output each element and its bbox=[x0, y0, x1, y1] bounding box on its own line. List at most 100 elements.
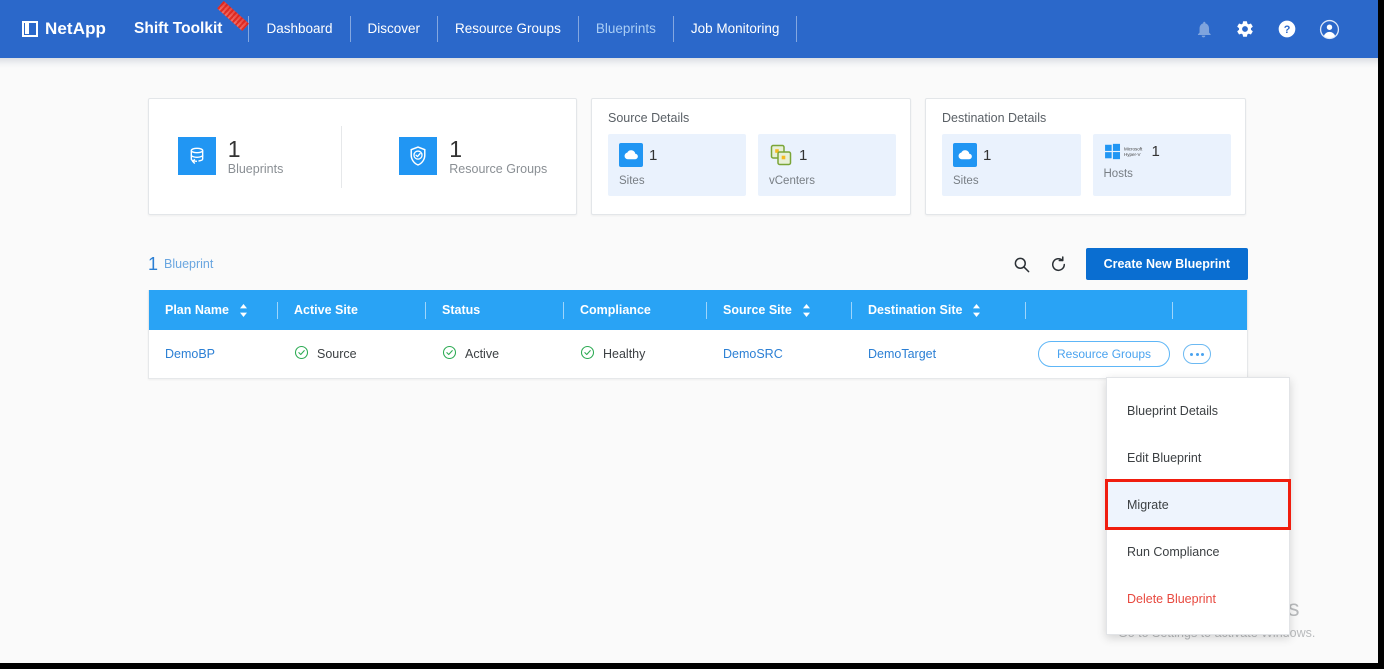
svg-text:Microsoft: Microsoft bbox=[1124, 146, 1143, 151]
source-sites-tile[interactable]: 1 Sites bbox=[608, 134, 746, 196]
resource-groups-button[interactable]: Resource Groups bbox=[1038, 341, 1170, 367]
table-header-row: Plan Name Active Site Status Compliance bbox=[149, 290, 1247, 330]
cell-plan-name[interactable]: DemoBP bbox=[149, 330, 278, 378]
ellipsis-dot bbox=[1196, 353, 1199, 356]
account-icon[interactable] bbox=[1319, 19, 1340, 40]
blueprints-summary[interactable]: 1 Blueprints bbox=[178, 137, 284, 176]
column-destination-site-label: Destination Site bbox=[868, 303, 962, 317]
column-status[interactable]: Status bbox=[426, 290, 563, 330]
ellipsis-icon[interactable] bbox=[1183, 344, 1211, 364]
cell-status: Active bbox=[426, 330, 564, 378]
destination-hosts-tile[interactable]: Microsoft Hyper-V 1 Hosts bbox=[1093, 134, 1232, 196]
sort-icon[interactable] bbox=[972, 304, 981, 317]
nav-item-discover[interactable]: Discover bbox=[351, 0, 438, 58]
resource-groups-count: 1 bbox=[449, 137, 547, 161]
menu-item-delete-blueprint[interactable]: Delete Blueprint bbox=[1107, 575, 1289, 622]
cell-compliance-label: Healthy bbox=[603, 347, 645, 361]
top-navbar: NetApp Shift Toolkit Dashboard Discover … bbox=[0, 0, 1378, 58]
nav-item-job-monitoring[interactable]: Job Monitoring bbox=[674, 0, 797, 58]
menu-item-migrate[interactable]: Migrate bbox=[1107, 481, 1289, 528]
card-divider bbox=[341, 126, 342, 188]
column-actions-2 bbox=[1173, 290, 1233, 330]
resource-groups-label: Resource Groups bbox=[449, 163, 547, 176]
blueprints-label: Blueprints bbox=[228, 163, 284, 176]
svg-text:Hyper-V: Hyper-V bbox=[1124, 152, 1141, 157]
nav-item-resource-groups[interactable]: Resource Groups bbox=[438, 0, 578, 58]
destination-sites-tile[interactable]: 1 Sites bbox=[942, 134, 1081, 196]
hyperv-icon: Microsoft Hyper-V bbox=[1104, 143, 1146, 160]
destination-tiles: 1 Sites bbox=[942, 134, 1231, 196]
source-tiles: 1 Sites 1 bbox=[608, 134, 896, 196]
help-icon[interactable]: ? bbox=[1277, 19, 1297, 39]
blueprints-table: Plan Name Active Site Status Compliance bbox=[148, 290, 1248, 379]
column-destination-site[interactable]: Destination Site bbox=[852, 290, 1025, 330]
source-sites-label: Sites bbox=[619, 175, 746, 187]
column-status-label: Status bbox=[442, 303, 480, 317]
status-ok-icon bbox=[580, 345, 595, 363]
blueprint-count: 1 bbox=[148, 254, 158, 275]
column-active-site[interactable]: Active Site bbox=[278, 290, 425, 330]
sort-icon[interactable] bbox=[802, 304, 811, 317]
blueprints-summary-texts: 1 Blueprints bbox=[228, 137, 284, 176]
resource-groups-summary-texts: 1 Resource Groups bbox=[449, 137, 547, 176]
database-restore-icon bbox=[178, 137, 216, 175]
gear-icon[interactable] bbox=[1235, 19, 1255, 39]
cell-source-site[interactable]: DemoSRC bbox=[707, 330, 852, 378]
product-title: Shift Toolkit bbox=[134, 20, 246, 38]
svg-text:?: ? bbox=[1284, 24, 1291, 36]
cell-destination-site[interactable]: DemoTarget bbox=[852, 330, 1026, 378]
column-active-site-label: Active Site bbox=[294, 303, 358, 317]
search-icon[interactable] bbox=[1012, 255, 1031, 274]
destination-hosts-top: Microsoft Hyper-V 1 bbox=[1104, 143, 1232, 160]
table-row: DemoBP Source Active bbox=[149, 330, 1247, 378]
bell-icon[interactable] bbox=[1194, 20, 1213, 39]
resource-groups-summary[interactable]: 1 Resource Groups bbox=[399, 137, 547, 176]
product-label: Shift Toolkit bbox=[134, 20, 222, 37]
menu-item-edit-blueprint[interactable]: Edit Blueprint bbox=[1107, 434, 1289, 481]
cell-status-label: Active bbox=[465, 347, 499, 361]
row-context-menu: Blueprint Details Edit Blueprint Migrate… bbox=[1106, 377, 1290, 635]
source-vcenters-top: 1 bbox=[769, 143, 896, 167]
source-vcenters-tile[interactable]: 1 vCenters bbox=[758, 134, 896, 196]
column-compliance[interactable]: Compliance bbox=[564, 290, 706, 330]
destination-hosts-label: Hosts bbox=[1104, 168, 1232, 180]
sort-icon[interactable] bbox=[239, 304, 248, 317]
cloud-icon bbox=[953, 143, 977, 167]
cell-resource-groups: Resource Groups bbox=[1026, 330, 1173, 378]
source-sites-top: 1 bbox=[619, 143, 746, 167]
cell-active-site: Source bbox=[278, 330, 426, 378]
create-new-blueprint-button[interactable]: Create New Blueprint bbox=[1086, 248, 1248, 280]
destination-sites-top: 1 bbox=[953, 143, 1081, 167]
column-actions-1 bbox=[1026, 290, 1172, 330]
column-source-site-label: Source Site bbox=[723, 303, 792, 317]
blueprint-list-header: 1 Blueprint Create New Blueprint bbox=[148, 248, 1248, 280]
nav-divider bbox=[796, 16, 797, 42]
source-details-title: Source Details bbox=[608, 111, 896, 125]
source-vcenters-count: 1 bbox=[799, 147, 807, 164]
menu-item-run-compliance[interactable]: Run Compliance bbox=[1107, 528, 1289, 575]
destination-details-card: Destination Details 1 Sites bbox=[925, 98, 1246, 215]
status-ok-icon bbox=[294, 345, 309, 363]
netapp-logo[interactable]: NetApp bbox=[22, 19, 106, 39]
app-window: NetApp Shift Toolkit Dashboard Discover … bbox=[0, 0, 1384, 669]
source-vcenters-label: vCenters bbox=[769, 175, 896, 187]
column-plan-name-label: Plan Name bbox=[165, 303, 229, 317]
ellipsis-dot bbox=[1190, 353, 1193, 356]
blueprints-count: 1 bbox=[228, 137, 284, 161]
column-compliance-label: Compliance bbox=[580, 303, 651, 317]
cell-compliance: Healthy bbox=[564, 330, 707, 378]
destination-sites-count: 1 bbox=[983, 147, 991, 164]
refresh-icon[interactable] bbox=[1049, 255, 1068, 274]
list-header-actions: Create New Blueprint bbox=[1012, 248, 1248, 280]
column-source-site[interactable]: Source Site bbox=[707, 290, 851, 330]
navbar-shadow bbox=[0, 58, 1378, 68]
column-plan-name[interactable]: Plan Name bbox=[149, 290, 277, 330]
menu-item-blueprint-details[interactable]: Blueprint Details bbox=[1107, 387, 1289, 434]
nav-item-dashboard[interactable]: Dashboard bbox=[249, 0, 349, 58]
navbar-actions: ? bbox=[1194, 19, 1340, 40]
summary-cards-row: 1 Blueprints 1 Resource Groups bbox=[148, 98, 1246, 215]
destination-details-title: Destination Details bbox=[942, 111, 1231, 125]
nav-item-blueprints[interactable]: Blueprints bbox=[579, 0, 673, 58]
ellipsis-dot bbox=[1201, 353, 1204, 356]
shield-check-icon bbox=[399, 137, 437, 175]
